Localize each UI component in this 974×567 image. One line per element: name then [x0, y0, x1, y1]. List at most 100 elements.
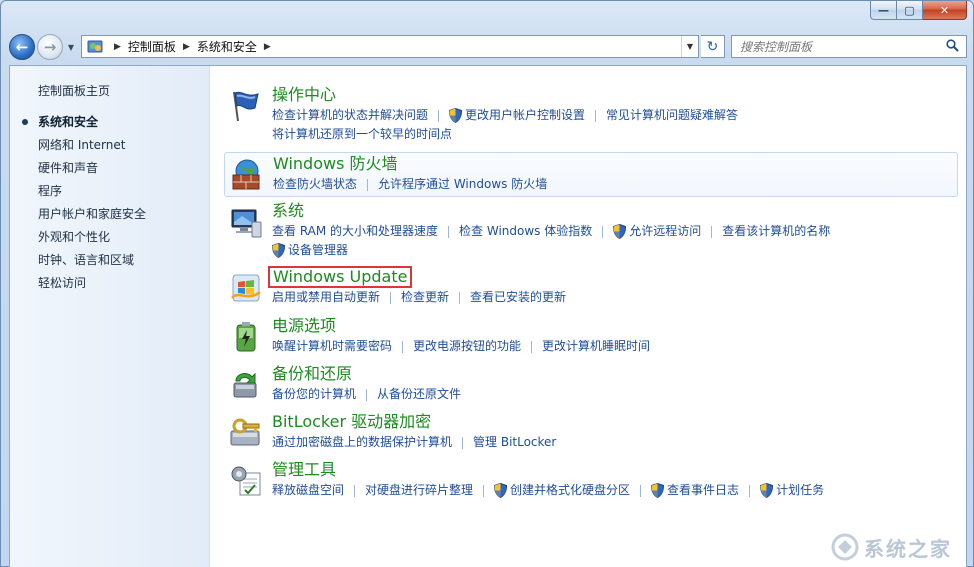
refresh-button[interactable]: ↻	[701, 35, 725, 58]
category-title[interactable]: BitLocker 驱动器加密	[272, 411, 431, 433]
link[interactable]: 更改电源按钮的功能	[392, 337, 521, 356]
uac-shield-icon	[272, 243, 285, 258]
link-row: 检查防火墙状态 允许程序通过 Windows 防火墙	[273, 175, 957, 194]
link-with-shield[interactable]: 查看事件日志	[630, 481, 739, 500]
category-action-center: 操作中心 检查计算机的状态并解决问题 更改用户帐户控制设置 常见计算机问题疑难解…	[224, 84, 958, 144]
forward-button[interactable]: →	[37, 34, 63, 60]
link[interactable]: 查看已安装的更新	[449, 288, 566, 307]
link[interactable]: 将计算机还原到一个较早的时间点	[272, 125, 452, 144]
windows-update-icon	[228, 270, 264, 306]
breadcrumb-separator[interactable]: ▶	[183, 42, 190, 52]
watermark-logo-icon	[831, 533, 859, 561]
link-label[interactable]: 查看事件日志	[667, 481, 739, 500]
link-label[interactable]: 设备管理器	[288, 241, 348, 260]
admin-tools-icon	[228, 463, 264, 499]
maximize-button[interactable]: ▢	[897, 1, 923, 20]
link-row: 检查计算机的状态并解决问题 更改用户帐户控制设置 常见计算机问题疑难解答	[272, 106, 958, 125]
category-backup-restore: 备份和还原 备份您的计算机 从备份还原文件	[224, 363, 958, 404]
category-title[interactable]: 电源选项	[272, 315, 336, 337]
link[interactable]: 查看 RAM 的大小和处理器速度	[272, 222, 438, 241]
link[interactable]: 对硬盘进行碎片整理	[344, 481, 473, 500]
link-with-shield[interactable]: 更改用户帐户控制设置	[428, 106, 585, 125]
close-button[interactable]: ✕	[923, 1, 967, 20]
address-bar[interactable]: ▶ 控制面板 ▶ 系统和安全 ▶ ▼	[81, 35, 699, 58]
search-icon[interactable]	[942, 38, 962, 55]
content-area: 控制面板主页 系统和安全 网络和 Internet 硬件和声音 程序 用户帐户和…	[9, 65, 967, 567]
category-title[interactable]: 管理工具	[272, 459, 336, 481]
category-admin-tools: 管理工具 释放磁盘空间 对硬盘进行碎片整理 创建并格式化硬盘分区 查看事件日志 …	[224, 459, 958, 500]
link[interactable]: 备份您的计算机	[272, 385, 356, 404]
uac-shield-icon	[651, 483, 665, 498]
breadcrumb-control-panel[interactable]: 控制面板	[128, 38, 176, 55]
bitlocker-icon	[228, 415, 264, 451]
link[interactable]: 检查防火墙状态	[273, 175, 357, 194]
sidebar-item-ease-of-access[interactable]: 轻松访问	[38, 275, 146, 298]
system-icon	[228, 204, 264, 240]
link[interactable]: 唤醒计算机时需要密码	[272, 337, 392, 356]
link[interactable]: 管理 BitLocker	[452, 433, 556, 452]
link-label[interactable]: 计划任务	[776, 481, 824, 500]
link[interactable]: 更改计算机睡眠时间	[521, 337, 650, 356]
link[interactable]: 通过加密磁盘上的数据保护计算机	[272, 433, 452, 452]
sidebar-home-link[interactable]: 控制面板主页	[38, 82, 110, 99]
sidebar-item-network-internet[interactable]: 网络和 Internet	[38, 137, 146, 160]
watermark-text: 系统之家	[864, 536, 952, 561]
category-title[interactable]: 系统	[272, 200, 304, 222]
uac-shield-icon	[449, 108, 463, 123]
link-with-shield[interactable]: 创建并格式化硬盘分区	[473, 481, 630, 500]
sidebar-item-system-security[interactable]: 系统和安全	[21, 114, 146, 137]
category-title[interactable]: 备份和还原	[272, 363, 352, 385]
sidebar-item-programs[interactable]: 程序	[38, 183, 146, 206]
navigation-bar: ← → ▼ ▶ 控制面板 ▶ 系统和安全 ▶ ▼ ↻	[9, 33, 967, 61]
main-panel: 操作中心 检查计算机的状态并解决问题 更改用户帐户控制设置 常见计算机问题疑难解…	[210, 66, 966, 567]
link[interactable]: 检查 Windows 体验指数	[438, 222, 592, 241]
link[interactable]: 释放磁盘空间	[272, 481, 344, 500]
breadcrumb-separator[interactable]: ▶	[264, 42, 271, 52]
refresh-icon: ↻	[706, 38, 719, 55]
uac-shield-icon	[613, 224, 627, 239]
link-row: 备份您的计算机 从备份还原文件	[272, 385, 958, 404]
link-row: 将计算机还原到一个较早的时间点	[272, 125, 958, 144]
sidebar-item-appearance[interactable]: 外观和个性化	[38, 229, 146, 252]
link[interactable]: 启用或禁用自动更新	[272, 288, 380, 307]
category-windows-firewall: Windows 防火墙 检查防火墙状态 允许程序通过 Windows 防火墙	[224, 152, 958, 197]
back-button[interactable]: ←	[9, 34, 35, 60]
link[interactable]: 查看该计算机的名称	[701, 222, 830, 241]
link[interactable]: 检查计算机的状态并解决问题	[272, 106, 428, 125]
link-with-shield[interactable]: 计划任务	[739, 481, 824, 500]
link-row: 查看 RAM 的大小和处理器速度 检查 Windows 体验指数 允许远程访问 …	[272, 222, 958, 241]
category-title[interactable]: 操作中心	[272, 84, 336, 106]
link-with-shield[interactable]: 设备管理器	[272, 241, 348, 260]
power-options-icon	[228, 319, 264, 355]
link[interactable]: 从备份还原文件	[356, 385, 461, 404]
breadcrumb-separator[interactable]: ▶	[114, 42, 121, 52]
category-title[interactable]: Windows 防火墙	[273, 153, 398, 175]
recent-pages-dropdown[interactable]: ▼	[65, 43, 77, 52]
link-row: 启用或禁用自动更新 检查更新 查看已安装的更新	[272, 288, 958, 307]
link-label[interactable]: 更改用户帐户控制设置	[465, 106, 585, 125]
link-row: 释放磁盘空间 对硬盘进行碎片整理 创建并格式化硬盘分区 查看事件日志 计划任务	[272, 481, 958, 500]
link-with-shield[interactable]: 允许远程访问	[592, 222, 701, 241]
sidebar-item-hardware-sound[interactable]: 硬件和声音	[38, 160, 146, 183]
uac-shield-icon	[760, 483, 774, 498]
minimize-button[interactable]: —	[870, 1, 897, 20]
sidebar-item-user-accounts[interactable]: 用户帐户和家庭安全	[38, 206, 146, 229]
link[interactable]: 检查更新	[380, 288, 449, 307]
sidebar-item-clock-language[interactable]: 时钟、语言和区域	[38, 252, 146, 275]
link[interactable]: 常见计算机问题疑难解答	[585, 106, 738, 125]
address-dropdown-button[interactable]: ▼	[681, 36, 698, 57]
link[interactable]: 允许程序通过 Windows 防火墙	[357, 175, 547, 194]
link-row: 唤醒计算机时需要密码 更改电源按钮的功能 更改计算机睡眠时间	[272, 337, 958, 356]
link-row: 通过加密磁盘上的数据保护计算机 管理 BitLocker	[272, 433, 958, 452]
arrow-left-icon: ←	[15, 38, 29, 56]
search-input[interactable]	[732, 39, 942, 54]
category-title[interactable]: Windows Update	[268, 266, 413, 288]
link-label[interactable]: 允许远程访问	[629, 222, 701, 241]
backup-restore-icon	[228, 367, 264, 403]
link-label[interactable]: 创建并格式化硬盘分区	[510, 481, 630, 500]
breadcrumb-system-security[interactable]: 系统和安全	[197, 38, 257, 55]
category-windows-update: Windows Update 启用或禁用自动更新 检查更新 查看已安装的更新	[224, 266, 958, 307]
link-row: 设备管理器	[272, 241, 958, 260]
watermark: 系统之家	[830, 532, 952, 562]
uac-shield-icon	[494, 483, 508, 498]
